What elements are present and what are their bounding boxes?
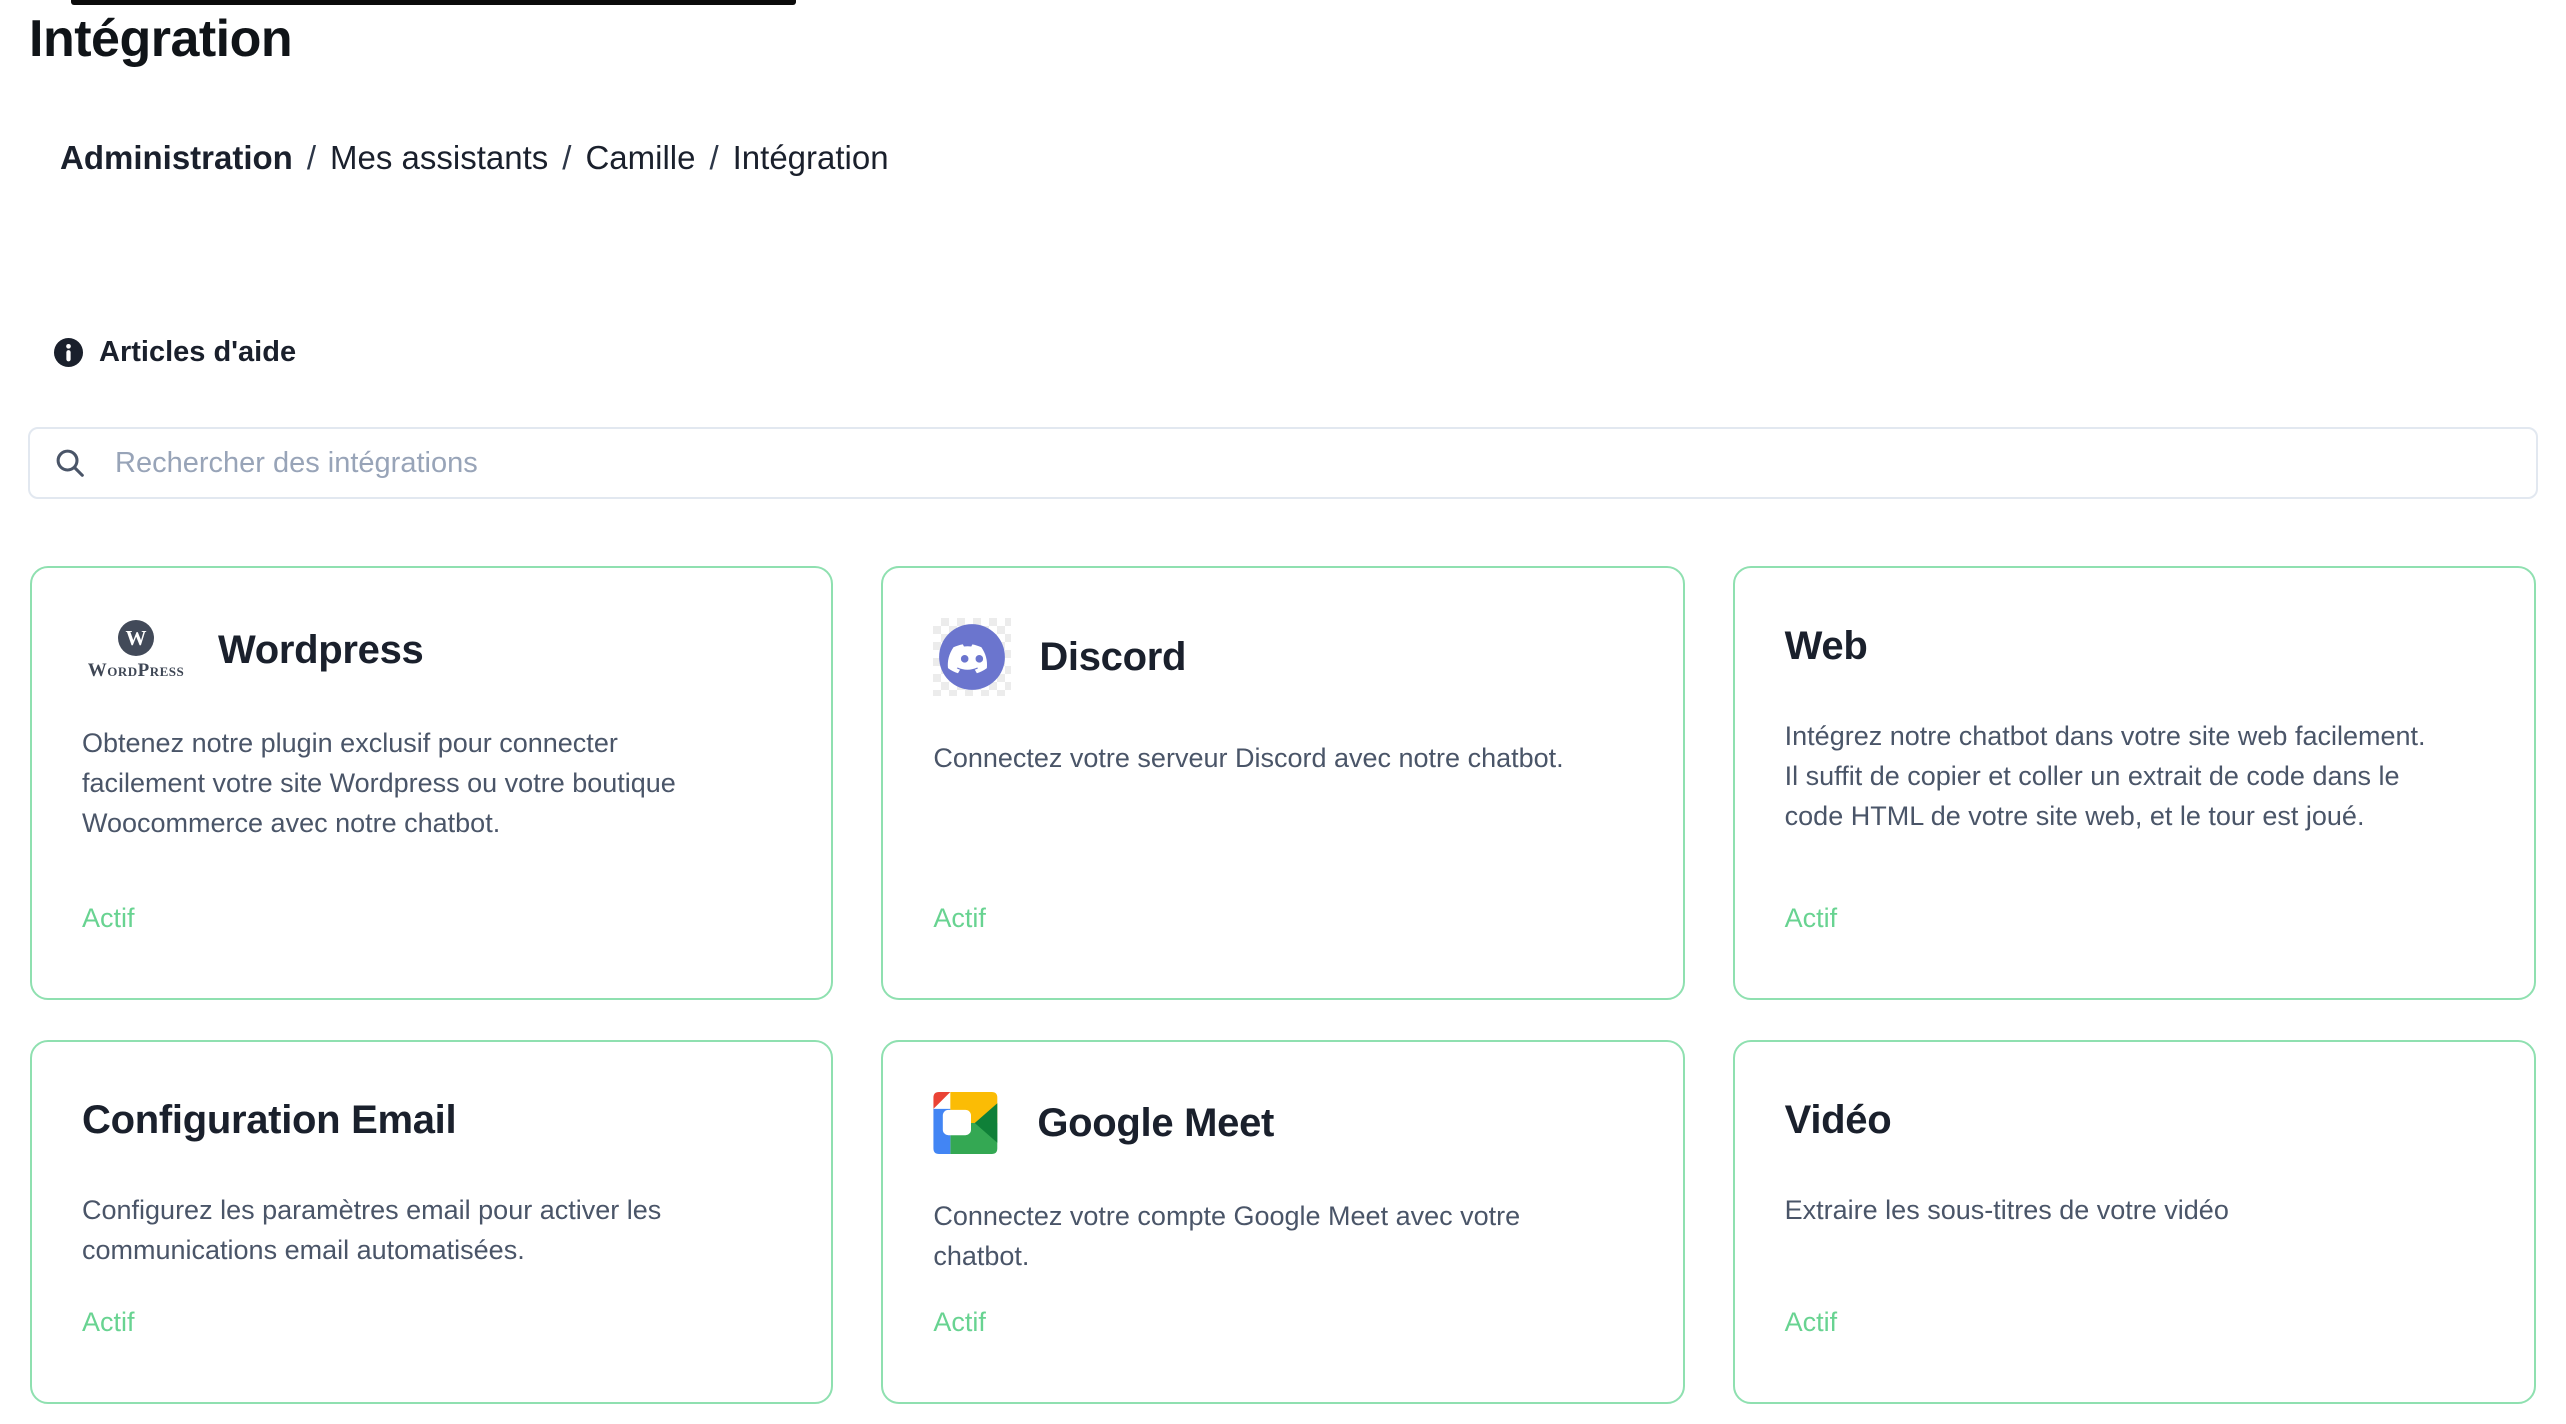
integration-card-google-meet[interactable]: Google Meet Connectez votre compte Googl… — [881, 1040, 1684, 1404]
breadcrumb-item-integration[interactable]: Intégration — [733, 138, 889, 178]
breadcrumb: Administration / Mes assistants / Camill… — [60, 138, 889, 178]
card-status-badge: Actif — [1785, 898, 2486, 938]
svg-text:W: W — [126, 626, 147, 650]
card-status-badge: Actif — [82, 1302, 783, 1342]
integration-card-video[interactable]: Vidéo Extraire les sous-titres de votre … — [1733, 1040, 2536, 1404]
page-title: Intégration — [29, 8, 292, 70]
breadcrumb-separator: / — [562, 138, 571, 178]
integration-search — [28, 427, 2538, 499]
card-title: Web — [1785, 618, 1868, 674]
card-header: Discord — [933, 618, 1634, 696]
integration-card-web[interactable]: Web Intégrez notre chatbot dans votre si… — [1733, 566, 2536, 1000]
integration-card-wordpress[interactable]: W WordPress Wordpress Obtenez notre plug… — [30, 566, 833, 1000]
card-description: Connectez votre serveur Discord avec not… — [933, 738, 1634, 778]
card-description: Intégrez notre chatbot dans votre site w… — [1785, 716, 2486, 836]
breadcrumb-separator: / — [307, 138, 316, 178]
breadcrumb-item-mes-assistants[interactable]: Mes assistants — [330, 138, 548, 178]
card-header: Vidéo — [1785, 1092, 2486, 1148]
integrations-grid: W WordPress Wordpress Obtenez notre plug… — [30, 566, 2536, 1404]
card-status-badge: Actif — [1785, 1302, 2486, 1342]
card-header: Configuration Email — [82, 1092, 783, 1148]
card-description: Configurez les paramètres email pour act… — [82, 1190, 783, 1270]
card-title: Vidéo — [1785, 1092, 1892, 1148]
card-title: Discord — [1039, 629, 1186, 685]
card-header: Web — [1785, 618, 2486, 674]
discord-logo-icon — [933, 618, 1011, 696]
search-icon — [54, 447, 87, 480]
breadcrumb-item-camille[interactable]: Camille — [585, 138, 695, 178]
breadcrumb-item-administration[interactable]: Administration — [60, 138, 293, 178]
top-edge-artifact — [71, 0, 796, 5]
integration-card-discord[interactable]: Discord Connectez votre serveur Discord … — [881, 566, 1684, 1000]
card-status-badge: Actif — [82, 898, 783, 938]
info-icon — [53, 337, 84, 368]
help-articles-link[interactable]: Articles d'aide — [53, 336, 296, 369]
help-articles-label: Articles d'aide — [99, 336, 296, 369]
google-meet-logo-icon — [933, 1092, 1009, 1154]
breadcrumb-separator: / — [709, 138, 718, 178]
wordpress-logo-icon: W WordPress — [82, 618, 190, 681]
search-input[interactable] — [115, 447, 2512, 480]
card-title: Google Meet — [1037, 1095, 1274, 1151]
wordpress-wordmark-text: WordPress — [88, 661, 185, 681]
card-description: Extraire les sous-titres de votre vidéo — [1785, 1190, 2486, 1230]
card-status-badge: Actif — [933, 1302, 1634, 1342]
card-title: Configuration Email — [82, 1092, 456, 1148]
card-status-badge: Actif — [933, 898, 1634, 938]
card-title: Wordpress — [218, 622, 424, 678]
card-description: Connectez votre compte Google Meet avec … — [933, 1196, 1634, 1276]
integration-card-configuration-email[interactable]: Configuration Email Configurez les param… — [30, 1040, 833, 1404]
card-header: W WordPress Wordpress — [82, 618, 783, 681]
card-description: Obtenez notre plugin exclusif pour conne… — [82, 723, 783, 843]
card-header: Google Meet — [933, 1092, 1634, 1154]
